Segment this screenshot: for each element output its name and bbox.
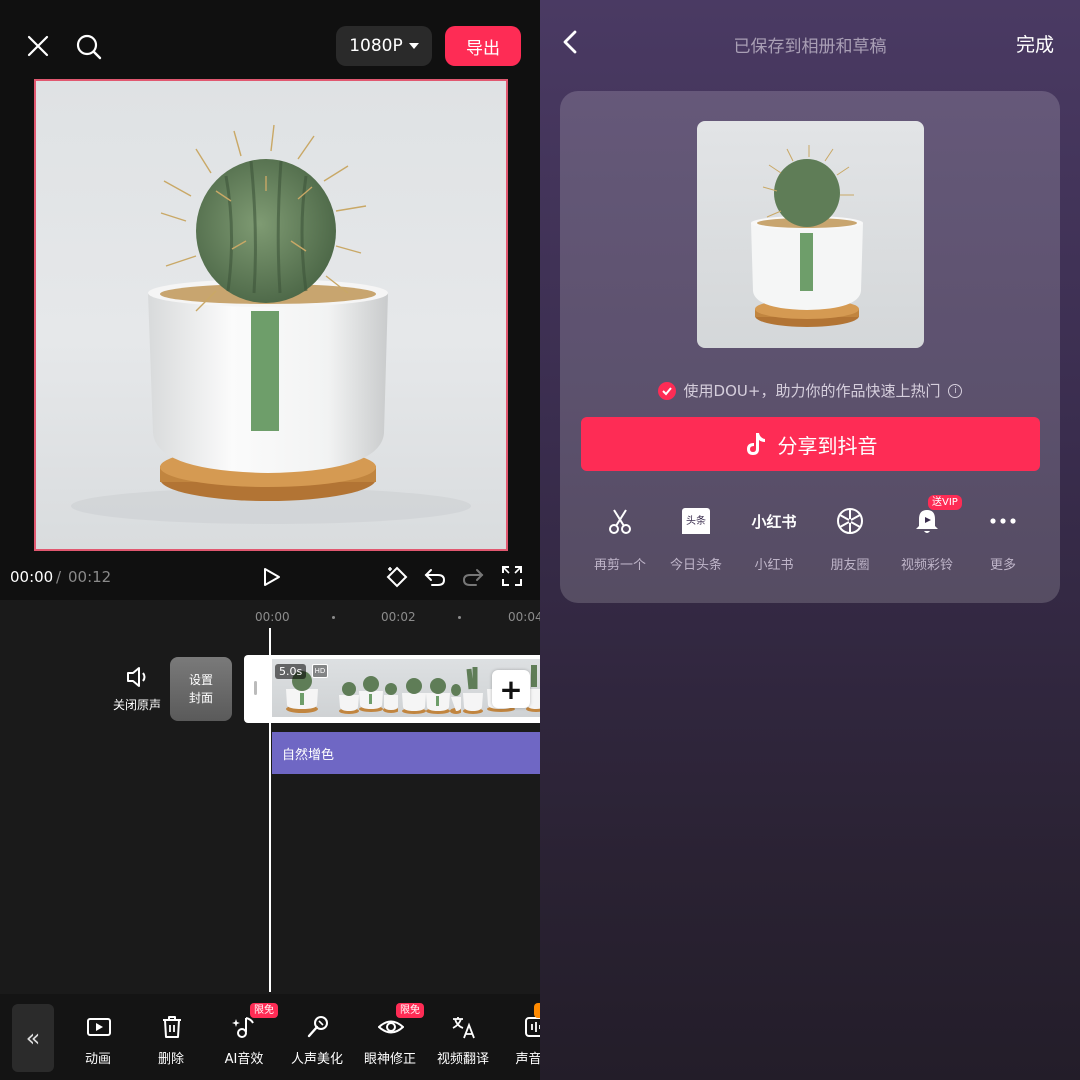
clip-frame (398, 659, 461, 717)
tool-audio-split[interactable]: 声音分 (500, 1010, 540, 1070)
editor-pane: 1080P 导出 00:00 / 00:12 00:00 00:02 00:04… (0, 0, 540, 1080)
free-limited-badge: 限免 (250, 1003, 278, 1018)
option-moments[interactable]: 朋友圈 (811, 506, 887, 576)
toutiao-glyph: 头条 (686, 514, 706, 527)
time-separator: / (56, 568, 62, 586)
collapse-toolbar-button[interactable]: « (12, 1004, 54, 1072)
cactus-image (71, 124, 471, 524)
tool-label: 眼神修正 (363, 1052, 416, 1067)
set-cover-label: 封面 (188, 691, 213, 705)
dou-plus-row[interactable]: 使用DOU+，助力你的作品快速上热门 i (540, 380, 1080, 401)
option-toutiao[interactable]: 头条 今日头条 (657, 506, 733, 576)
resolution-select[interactable]: 1080P (336, 26, 432, 66)
video-preview[interactable] (34, 79, 508, 551)
done-button[interactable]: 完成 (1016, 30, 1054, 57)
xiaohongshu-icon: 小红书 (749, 506, 799, 536)
animation-icon (87, 1018, 111, 1036)
checkbox-checked-icon[interactable] (657, 381, 676, 400)
tool-animation[interactable]: 动画 (63, 1010, 133, 1070)
option-xiaohongshu[interactable]: 小红书 小红书 (735, 506, 811, 576)
share-to-douyin-label: 分享到抖音 (777, 433, 878, 458)
export-button[interactable]: 导出 (445, 26, 521, 66)
mute-original-button[interactable]: 关闭原声 (106, 664, 168, 714)
saved-status-title: 已保存到相册和草稿 (733, 37, 887, 57)
add-clip-button[interactable]: + (492, 670, 530, 708)
current-time: 00:00 (10, 568, 54, 586)
caret-down-icon (408, 43, 419, 49)
tool-label: 声音分 (515, 1052, 540, 1067)
tool-voice-beautify[interactable]: 人声美化 (282, 1010, 352, 1070)
redo-icon[interactable] (460, 564, 486, 590)
tool-eye-correction[interactable]: 眼神修正 (355, 1010, 425, 1070)
ruler-label: 00:04 (508, 610, 540, 624)
close-icon[interactable] (22, 30, 54, 62)
resolution-label: 1080P (349, 36, 403, 56)
ruler-dot (332, 616, 335, 619)
moments-icon (835, 506, 865, 536)
more-icon (988, 506, 1018, 536)
ruler-dot (458, 616, 461, 619)
share-pane: 已保存到相册和草稿 完成 使用DOU+，助力你的作品快速上热门 i 分享到抖音 (540, 0, 1080, 1080)
bell-icon (912, 506, 942, 536)
dou-plus-text: 使用DOU+，助力你的作品快速上热门 (683, 382, 941, 400)
tool-label: 视频翻译 (436, 1052, 489, 1067)
ruler-label: 00:02 (381, 610, 416, 624)
douyin-logo-icon (746, 433, 765, 455)
clip-duration-badge: 5.0s (275, 664, 307, 679)
option-label: 更多 (989, 558, 1016, 573)
translate-icon (452, 1017, 475, 1039)
ruler-label: 00:00 (255, 610, 290, 624)
mute-original-label: 关闭原声 (112, 698, 161, 712)
playhead[interactable] (269, 628, 271, 992)
tool-video-translate[interactable]: 视频翻译 (428, 1010, 498, 1070)
info-icon[interactable]: i (948, 383, 963, 398)
clip-trim-handle[interactable] (254, 681, 257, 695)
total-time: 00:12 (68, 568, 112, 586)
cactus-thumbnail-image (751, 145, 863, 327)
voice-beautify-icon (307, 1016, 328, 1038)
fullscreen-icon[interactable] (500, 564, 524, 588)
filter-label: 自然增色 (282, 747, 335, 763)
clip-frame (335, 659, 398, 717)
share-to-douyin-button[interactable]: 分享到抖音 (581, 417, 1040, 471)
undo-icon[interactable] (422, 564, 448, 590)
search-icon[interactable] (72, 30, 106, 64)
tool-delete[interactable]: 删除 (136, 1010, 206, 1070)
vip-gift-badge: 送VIP (928, 495, 962, 510)
keyframe-icon[interactable] (384, 564, 410, 590)
toutiao-icon: 头条 (681, 506, 711, 536)
tool-label: AI音效 (224, 1052, 264, 1067)
tool-label: 人声美化 (290, 1052, 343, 1067)
trash-icon (163, 1016, 181, 1038)
xiaohongshu-glyph: 小红书 (751, 512, 797, 531)
video-thumbnail[interactable] (697, 121, 924, 348)
option-video-ringtone[interactable]: 视频彩铃 (888, 506, 964, 576)
play-icon[interactable] (258, 564, 284, 590)
option-edit-again[interactable]: 再剪一个 (581, 506, 657, 576)
speaker-icon (127, 667, 146, 687)
tool-label: 动画 (84, 1052, 111, 1067)
free-limited-badge: 限免 (396, 1003, 424, 1018)
set-cover-label: 设置 (188, 673, 213, 687)
hd-badge: HD (312, 664, 328, 678)
set-cover-button[interactable]: 设置 封面 (170, 657, 232, 721)
tool-ai-sound[interactable]: AI音效 (209, 1010, 279, 1070)
tool-label: 删除 (157, 1052, 184, 1067)
scissors-icon (605, 506, 635, 536)
option-more[interactable]: 更多 (964, 506, 1040, 576)
filter-track-clip[interactable]: 自然增色 (272, 732, 540, 774)
